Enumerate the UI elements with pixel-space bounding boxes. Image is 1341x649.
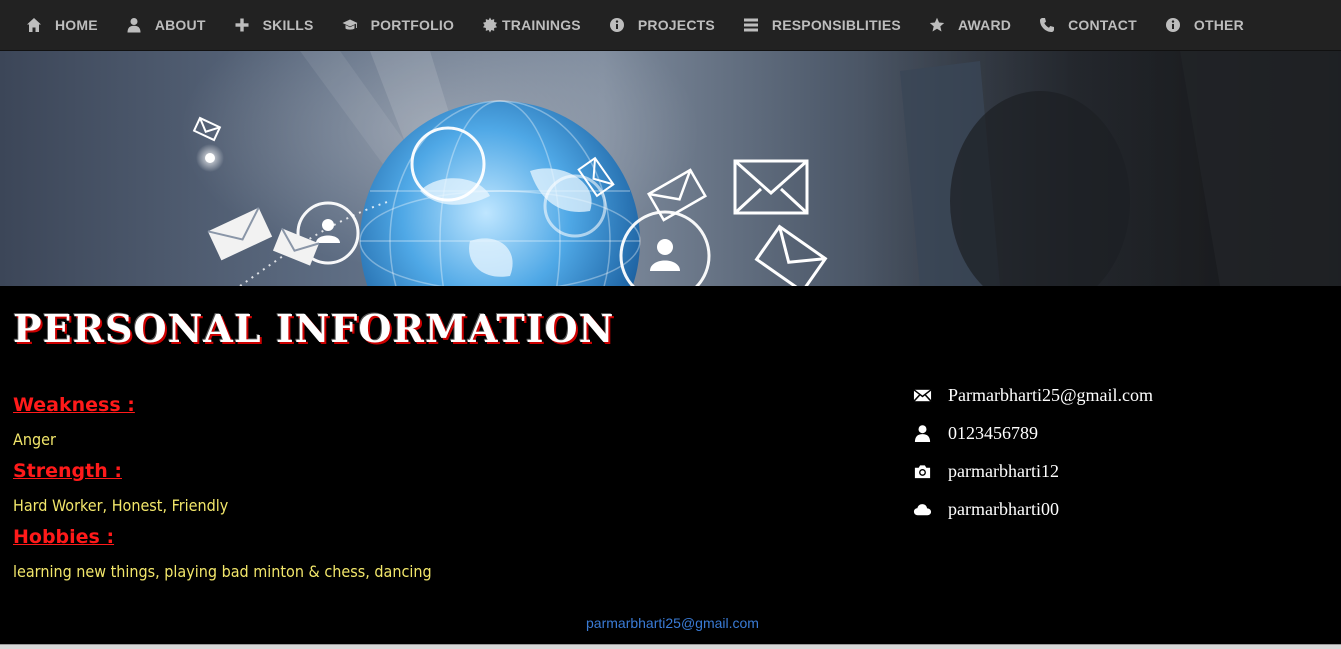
nav-item-label: HOME — [55, 17, 98, 33]
envelope-icon — [912, 385, 932, 405]
contact-item-phone: 0123456789 — [912, 414, 1153, 452]
personal-information-section: PERSONAL INFORMATION Weakness : Anger St… — [0, 286, 1341, 644]
nav-item-label: AWARD — [957, 17, 1012, 33]
nav-item-contact[interactable]: CONTACT — [1025, 0, 1151, 50]
header-banner-image — [0, 51, 1341, 286]
horizontal-scrollbar[interactable] — [0, 644, 1341, 649]
nav-item-label: ABOUT — [154, 17, 206, 33]
camera-icon — [912, 461, 932, 481]
plus-icon — [234, 17, 250, 33]
nav-item-label: SKILLS — [262, 17, 314, 33]
weakness-value: Anger — [13, 430, 56, 449]
page-title: PERSONAL INFORMATION — [13, 306, 615, 351]
nav-item-label: OTHER — [1193, 17, 1244, 33]
nav-item-label: CONTACT — [1068, 17, 1137, 33]
nav-item-other[interactable]: OTHER — [1151, 0, 1258, 50]
user-icon — [126, 17, 142, 33]
nav-item-home[interactable]: HOME — [0, 0, 112, 50]
contact-phone: 0123456789 — [948, 422, 1038, 443]
nav-item-award[interactable]: AWARD — [915, 0, 1025, 50]
nav-item-label: TRAININGS — [502, 17, 581, 33]
certificate-icon — [482, 17, 498, 33]
contact-cloud: parmarbharti00 — [948, 498, 1059, 519]
contact-item-email: Parmarbharti25@gmail.com — [912, 376, 1153, 414]
contact-email[interactable]: Parmarbharti25@gmail.com — [948, 385, 1153, 406]
footer-email-link[interactable]: parmarbharti25@gmail.com — [0, 615, 1341, 631]
nav-item-skills[interactable]: SKILLS — [220, 0, 328, 50]
nav-item-label: PROJECTS — [637, 17, 715, 33]
banner-illustration — [180, 51, 1341, 286]
phone-icon — [1039, 17, 1055, 33]
info-icon — [1165, 17, 1181, 33]
user-icon — [912, 423, 932, 443]
info-icon — [609, 17, 625, 33]
nav-item-about[interactable]: ABOUT — [112, 0, 220, 50]
nav-item-projects[interactable]: PROJECTS — [595, 0, 729, 50]
strength-value: Hard Worker, Honest, Friendly — [13, 496, 229, 515]
contact-item-instagram: parmarbharti12 — [912, 452, 1153, 490]
nav-item-portfolio[interactable]: PORTFOLIO — [328, 0, 468, 50]
contact-list: Parmarbharti25@gmail.com 0123456789 parm… — [912, 376, 1153, 528]
hobbies-label: Hobbies : — [13, 526, 115, 548]
nav-item-trainings[interactable]: TRAININGS — [468, 0, 595, 50]
nav-item-label: PORTFOLIO — [370, 17, 455, 33]
contact-item-cloud: parmarbharti00 — [912, 490, 1153, 528]
strength-label: Strength : — [13, 460, 122, 482]
list-icon — [743, 17, 759, 33]
cloud-icon — [912, 499, 932, 519]
graduation-cap-icon — [342, 17, 358, 33]
nav-item-responsiblities[interactable]: RESPONSIBLITIES — [729, 0, 915, 50]
contact-instagram: parmarbharti12 — [948, 460, 1059, 481]
weakness-label: Weakness : — [13, 394, 135, 416]
top-navigation-bar: HOME ABOUT SKILLS PORTFOLIO TRAININGS PR… — [0, 0, 1341, 51]
hobbies-value: learning new things, playing bad minton … — [13, 562, 432, 581]
nav-item-label: RESPONSIBLITIES — [771, 17, 901, 33]
home-icon — [26, 17, 42, 33]
star-icon — [929, 17, 945, 33]
